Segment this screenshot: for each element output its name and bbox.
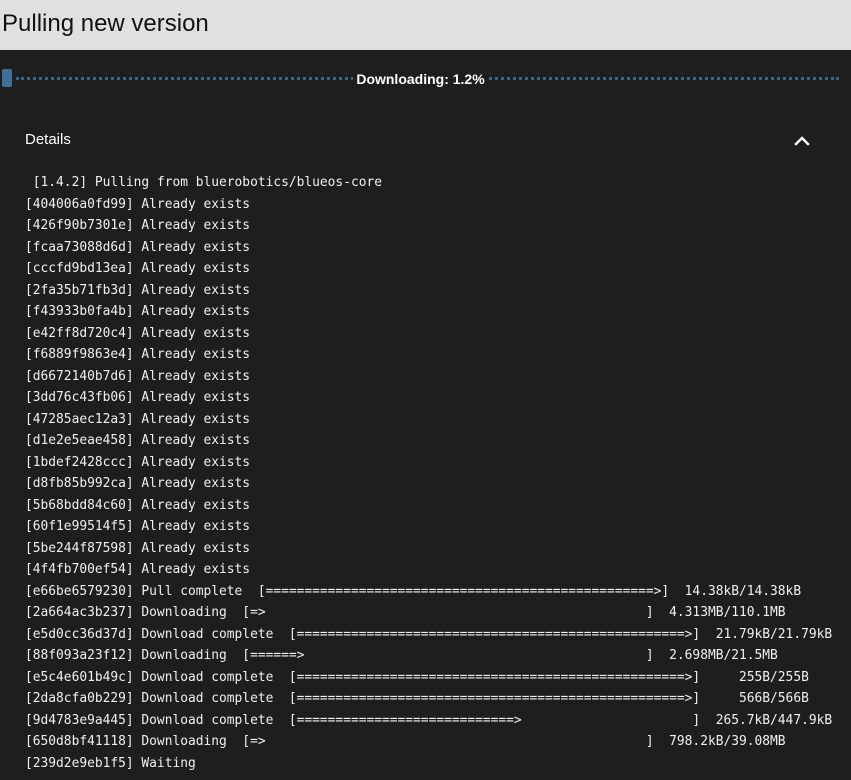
log-line: [5be244f87598] Already exists <box>25 540 251 556</box>
log-line: [2da8cfa0b229] Download complete [======… <box>25 691 809 706</box>
log-line: [d1e2e5eae458] Already exists <box>25 433 251 448</box>
log-line: [fcaa73088d6d] Already exists <box>25 239 251 255</box>
log-line: [3dd76c43fb06] Already exists <box>25 390 251 405</box>
log-line: [f6889f9863e4] Already exists <box>25 347 251 362</box>
details-panel: Details [1.4.2] Pulling from bluerobotic… <box>0 116 851 780</box>
details-toggle[interactable]: Details <box>0 116 851 164</box>
log-line: [1.4.2] Pulling from bluerobotics/blueos… <box>25 175 382 190</box>
log-line: [e42ff8d720c4] Already exists <box>25 325 251 341</box>
log-line: [e66be6579230] Pull complete [==========… <box>25 583 802 599</box>
log-line: [e5c4e601b49c] Download complete [======… <box>25 669 809 685</box>
log-line: [2a664ac3b237] Downloading [=> ] 4.313MB… <box>25 605 786 620</box>
progress-buffer-track <box>16 77 839 80</box>
log-line: [404006a0fd99] Already exists <box>25 196 251 212</box>
log-line: [88f093a23f12] Downloading [======> ] 2.… <box>25 648 778 663</box>
log-line: [2fa35b71fb3d] Already exists <box>25 282 251 298</box>
progress-fill <box>2 69 13 87</box>
log-line: [650d8bf41118] Downloading [=> ] 798.2kB… <box>25 734 786 749</box>
log-line: [d6672140b7d6] Already exists <box>25 368 251 384</box>
details-title: Details <box>25 131 71 148</box>
log-line: [5b68bdd84c60] Already exists <box>25 497 251 513</box>
log-line: [1bdef2428ccc] Already exists <box>25 454 251 470</box>
log-line: [cccfd9bd13ea] Already exists <box>25 261 251 276</box>
pull-log: [1.4.2] Pulling from bluerobotics/blueos… <box>25 172 851 774</box>
log-line: [47285aec12a3] Already exists <box>25 411 251 427</box>
log-line: [e5d0cc36d37d] Download complete [======… <box>25 626 833 642</box>
log-line: [60f1e99514f5] Already exists <box>25 519 251 534</box>
dialog-title: Pulling new version <box>2 10 209 37</box>
chevron-up-icon[interactable] <box>794 133 810 147</box>
log-line: [f43933b0fa4b] Already exists <box>25 304 251 319</box>
log-line: [d8fb85b992ca] Already exists <box>25 476 251 491</box>
log-line: [239d2e9eb1f5] Waiting <box>25 755 196 771</box>
dialog-title-bar: Pulling new version <box>0 0 851 50</box>
download-progress-bar: Downloading: 1.2% <box>2 69 839 89</box>
log-line: [426f90b7301e] Already exists <box>25 218 251 233</box>
log-line: [4f4fb700ef54] Already exists <box>25 562 251 577</box>
log-line: [9d4783e9a445] Download complete [======… <box>25 712 833 728</box>
